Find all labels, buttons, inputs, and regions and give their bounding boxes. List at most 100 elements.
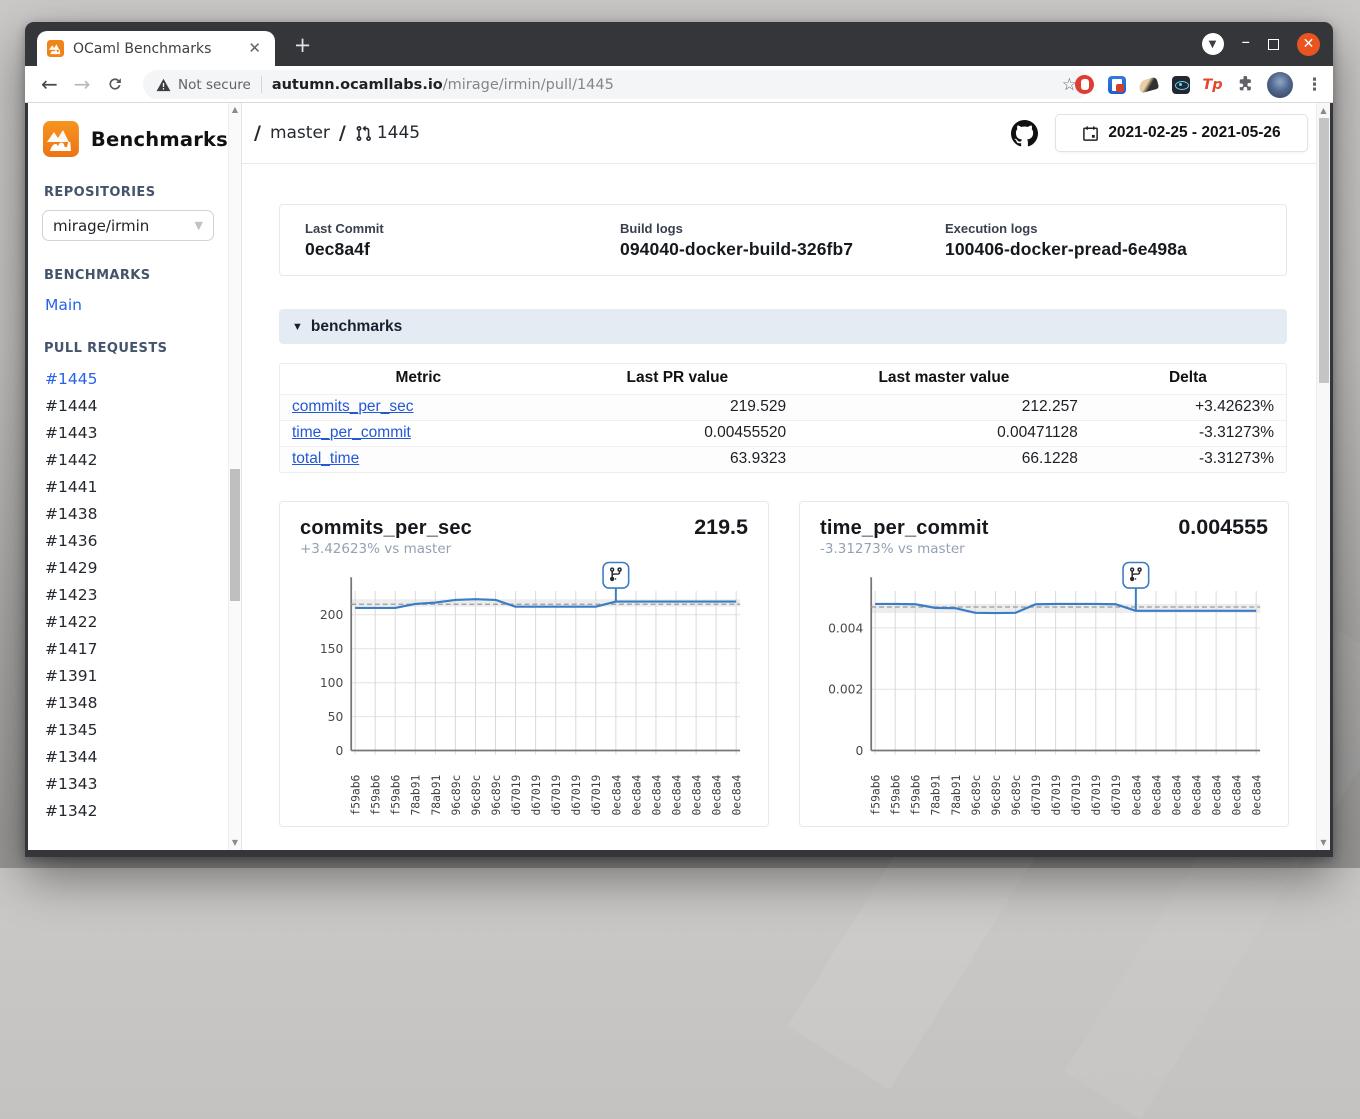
extensions-row: Tp ⋮ [1075,66,1323,103]
svg-text:200: 200 [320,608,343,622]
master-value-cell: 0.00471128 [798,421,1090,447]
svg-text:d67019: d67019 [529,774,543,815]
scroll-up-icon[interactable]: ▲ [1317,104,1330,117]
reload-button[interactable] [106,75,124,93]
svg-text:96c89c: 96c89c [489,775,503,816]
svg-text:0ec8a4: 0ec8a4 [669,774,683,815]
tab-strip: OCaml Benchmarks ✕ + ▼ – ✕ [25,22,1333,66]
sidebar-item-pr[interactable]: #1344 [28,743,228,770]
browser-menu-icon[interactable]: ⋮ [1306,75,1323,95]
svg-text:96c89c: 96c89c [969,775,983,816]
svg-text:78ab91: 78ab91 [929,774,943,815]
sidebar-item-main[interactable]: Main [45,296,228,314]
svg-text:78ab91: 78ab91 [949,774,963,815]
github-link-icon[interactable] [1011,120,1038,147]
forward-button[interactable]: → [74,74,91,94]
breadcrumb-slash: / [254,122,261,144]
browser-window: OCaml Benchmarks ✕ + ▼ – ✕ ← → Not secur… [25,22,1333,857]
chart-title: commits_per_sec [300,517,472,540]
line-chart: 00.0020.004f59ab6f59ab6f59ab678ab9178ab9… [820,561,1268,818]
app-brand[interactable]: Benchmarks [28,103,228,158]
svg-text:0.004: 0.004 [828,621,863,635]
back-button[interactable]: ← [41,74,58,94]
url-bar[interactable]: Not secure autumn.ocamllabs.io/mirage/ir… [143,70,1090,99]
close-button[interactable]: ✕ [1297,33,1320,56]
date-range-value: 2021-02-25 - 2021-05-26 [1108,124,1280,142]
sidebar-item-pr[interactable]: #1348 [28,689,228,716]
tab-search-icon[interactable]: ▼ [1202,33,1224,55]
last-commit-value: 0ec8a4f [305,239,620,260]
svg-text:d67019: d67019 [549,774,563,815]
build-logs-block: Build logs 094040-docker-build-326fb7 [620,221,945,260]
tp-extension-icon[interactable]: Tp [1203,75,1222,94]
sidebar-item-pr[interactable]: #1445 [28,365,228,392]
metric-link[interactable]: total_time [292,450,359,467]
tab-title: OCaml Benchmarks [73,41,244,57]
new-tab-button[interactable]: + [289,31,316,58]
sidebar-item-pr[interactable]: #1442 [28,446,228,473]
repository-select[interactable]: mirage/irmin ▼ [42,210,214,241]
sidebar-item-pr[interactable]: #1444 [28,392,228,419]
sidebar-item-pr[interactable]: #1436 [28,527,228,554]
metric-link[interactable]: time_per_commit [292,424,411,441]
svg-text:96c89c: 96c89c [1009,775,1023,816]
sidebar-item-pr[interactable]: #1438 [28,500,228,527]
svg-text:d67019: d67019 [1029,774,1043,815]
scroll-down-icon[interactable]: ▼ [229,837,241,849]
extensions-puzzle-icon[interactable] [1235,75,1254,94]
not-secure-warning-icon[interactable] [156,78,171,92]
svg-text:0ec8a4: 0ec8a4 [710,774,724,815]
sneaker-extension-icon[interactable] [1138,76,1159,93]
benchmarks-collapse-header[interactable]: ▼ benchmarks [279,309,1287,344]
react-devtools-extension-icon[interactable] [1172,76,1190,94]
sidebar-scrollbar[interactable]: ▲ ▼ [228,103,241,850]
scroll-down-icon[interactable]: ▼ [1317,836,1330,849]
date-range-picker[interactable]: 2021-02-25 - 2021-05-26 [1055,114,1308,152]
url-text[interactable]: autumn.ocamllabs.io/mirage/irmin/pull/14… [272,77,614,93]
window-controls: ▼ – ✕ [1202,22,1321,66]
sidebar-item-pr[interactable]: #1422 [28,608,228,635]
page-header: / master / 1445 [242,103,1316,164]
page-scrollbar[interactable]: ▲ ▼ [1316,103,1330,850]
repository-selected-value: mirage/irmin [53,217,149,235]
sidebar-item-pr[interactable]: #1391 [28,662,228,689]
benchmarks-heading: BENCHMARKS [44,268,228,283]
breadcrumb-branch[interactable]: master [270,123,330,143]
sidebar-item-pr[interactable]: #1443 [28,419,228,446]
calendar-icon [1082,125,1099,142]
maximize-button[interactable] [1268,39,1279,50]
table-row: time_per_commit0.004555200.00471128-3.31… [280,421,1286,447]
sidebar-item-pr[interactable]: #1417 [28,635,228,662]
benchmarks-section-title: benchmarks [311,318,402,336]
metric-link[interactable]: commits_per_sec [292,398,413,415]
browser-tab[interactable]: OCaml Benchmarks ✕ [37,31,275,66]
svg-text:0ec8a4: 0ec8a4 [1149,774,1163,815]
tab-close-icon[interactable]: ✕ [244,39,265,58]
security-label[interactable]: Not secure [178,77,251,93]
sidebar-item-pr[interactable]: #1343 [28,770,228,797]
pull-requests-heading: PULL REQUESTS [44,341,228,356]
scroll-up-icon[interactable]: ▲ [229,104,241,116]
sidebar-scrollbar-thumb[interactable] [230,469,240,601]
sidebar-item-pr[interactable]: #1342 [28,797,228,824]
minimize-button[interactable]: – [1242,37,1251,47]
sidebar-item-pr[interactable]: #1345 [28,716,228,743]
collapse-triangle-icon: ▼ [292,321,303,333]
privacy-extension-icon[interactable] [1108,76,1126,94]
sidebar-item-pr[interactable]: #1423 [28,581,228,608]
page-scrollbar-thumb[interactable] [1319,118,1329,383]
svg-text:0: 0 [335,744,343,758]
profile-avatar[interactable] [1267,72,1293,98]
svg-text:0ec8a4: 0ec8a4 [1129,774,1143,815]
table-row: total_time63.932366.1228-3.31273% [280,447,1286,473]
sidebar-item-pr[interactable]: #1441 [28,473,228,500]
svg-text:f59ab6: f59ab6 [889,774,903,815]
chart-card: time_per_commit 0.004555 -3.31273% vs ma… [799,501,1289,827]
table-row: commits_per_sec219.529212.257+3.42623% [280,395,1286,421]
svg-text:d67019: d67019 [1069,774,1083,815]
charts-row: commits_per_sec 219.5 +3.42623% vs maste… [279,501,1287,827]
adblocker-extension-icon[interactable] [1075,75,1094,94]
breadcrumb: / master / 1445 [254,122,420,144]
sidebar-item-pr[interactable]: #1429 [28,554,228,581]
benchmark-table: MetricLast PR valueLast master valueDelt… [280,364,1286,472]
